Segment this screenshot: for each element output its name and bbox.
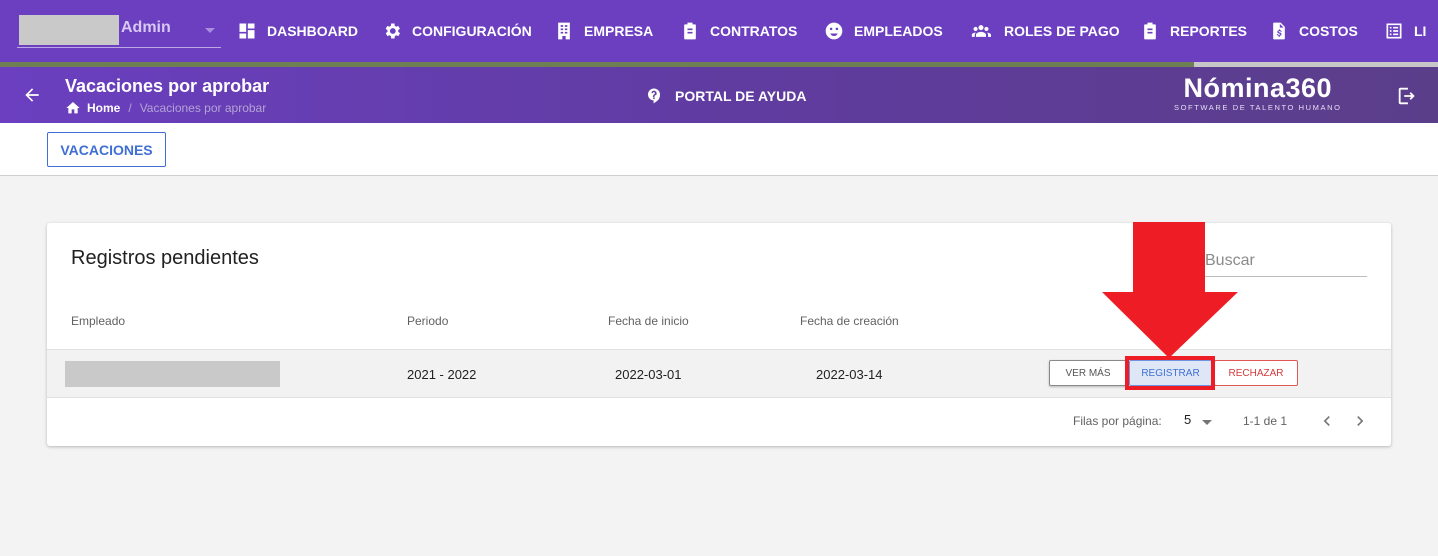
tab-strip: VACACIONES (0, 123, 1438, 176)
employee-name-redacted (65, 361, 280, 387)
nav-label: ROLES DE PAGO (1004, 23, 1120, 39)
pagination-range: 1-1 de 1 (1243, 414, 1288, 428)
nav-item-roles-de-pago[interactable]: ROLES DE PAGO (968, 0, 1120, 62)
page-title: Vacaciones por aprobar (65, 76, 270, 96)
rows-per-page-label: Filas por página: (1073, 414, 1162, 428)
face-icon (825, 22, 843, 40)
nav-label: DASHBOARD (267, 23, 358, 39)
column-header-fecha-inicio[interactable]: Fecha de inicio (608, 314, 689, 328)
nav-label: LI (1414, 23, 1427, 39)
column-header-fecha-creacion[interactable]: Fecha de creación (800, 314, 899, 328)
brand-tagline: SOFTWARE DE TALENTO HUMANO (1174, 103, 1342, 112)
nav-item-empleados[interactable]: EMPLEADOS (824, 0, 943, 62)
nav-label: REPORTES (1170, 23, 1248, 39)
chevron-right-icon[interactable] (1350, 411, 1370, 431)
nav-label: COSTOS (1299, 23, 1358, 39)
user-avatar (19, 15, 119, 45)
chevron-down-icon (205, 28, 215, 33)
clipboard-icon (1144, 22, 1156, 40)
rows-per-page-select[interactable]: 5 (1184, 412, 1191, 427)
help-label: PORTAL DE AYUDA (675, 88, 807, 104)
nav-item-li[interactable]: LI (1384, 0, 1426, 62)
cell-fecha-inicio: 2022-03-01 (615, 367, 682, 382)
breadcrumb-separator: / (128, 101, 132, 115)
top-nav-bar: Admin DASHBOARD CONFIGURACIÓN EMPRESA CO… (0, 0, 1438, 62)
group-icon (971, 25, 991, 37)
annotation-arrow (1102, 222, 1238, 358)
nav-label: CONFIGURACIÓN (412, 23, 532, 39)
gear-icon (385, 23, 400, 39)
column-header-empleado[interactable]: Empleado (71, 314, 125, 328)
building-icon (558, 22, 570, 40)
nav-label: CONTRATOS (710, 23, 798, 39)
nav-label: EMPRESA (584, 23, 654, 39)
user-menu[interactable]: Admin (17, 14, 221, 48)
logout-icon[interactable] (1396, 85, 1418, 107)
help-portal-link[interactable]: PORTAL DE AYUDA (645, 87, 806, 105)
cell-fecha-creacion: 2022-03-14 (816, 367, 883, 382)
help-icon (648, 88, 660, 104)
nav-item-reportes[interactable]: REPORTES (1140, 0, 1247, 62)
page-header: Vacaciones por aprobar Home / Vacaciones… (0, 67, 1438, 123)
dashboard-icon (239, 23, 255, 39)
breadcrumb-current: Vacaciones por aprobar (139, 101, 267, 115)
tab-vacaciones[interactable]: VACACIONES (47, 132, 166, 167)
nav-item-dashboard[interactable]: DASHBOARD (237, 0, 358, 62)
nav-item-configuracion[interactable]: CONFIGURACIÓN (382, 0, 532, 62)
nav-label: EMPLEADOS (854, 23, 943, 39)
chevron-down-icon[interactable] (1202, 420, 1212, 425)
home-icon (66, 102, 80, 114)
card-title: Registros pendientes (71, 247, 259, 269)
money-file-icon (1273, 22, 1285, 40)
ver-mas-button[interactable]: VER MÁS (1049, 360, 1127, 386)
nav-item-empresa[interactable]: EMPRESA (554, 0, 653, 62)
breadcrumb: Home / Vacaciones por aprobar (65, 100, 266, 116)
list-icon (1386, 23, 1402, 39)
back-arrow-icon[interactable] (22, 85, 42, 105)
breadcrumb-home[interactable]: Home (87, 101, 120, 115)
brand-name: Nómina360 (1183, 73, 1333, 103)
clipboard-icon (684, 22, 696, 40)
column-header-periodo[interactable]: Periodo (407, 314, 448, 328)
rechazar-button[interactable]: RECHAZAR (1214, 360, 1298, 386)
user-name: Admin (121, 19, 171, 36)
chevron-left-icon[interactable] (1317, 411, 1337, 431)
brand-logo: Nómina360 SOFTWARE DE TALENTO HUMANO (1174, 73, 1342, 112)
cell-periodo: 2021 - 2022 (407, 367, 477, 382)
nav-item-costos[interactable]: COSTOS (1269, 0, 1358, 62)
nav-item-contratos[interactable]: CONTRATOS (680, 0, 797, 62)
